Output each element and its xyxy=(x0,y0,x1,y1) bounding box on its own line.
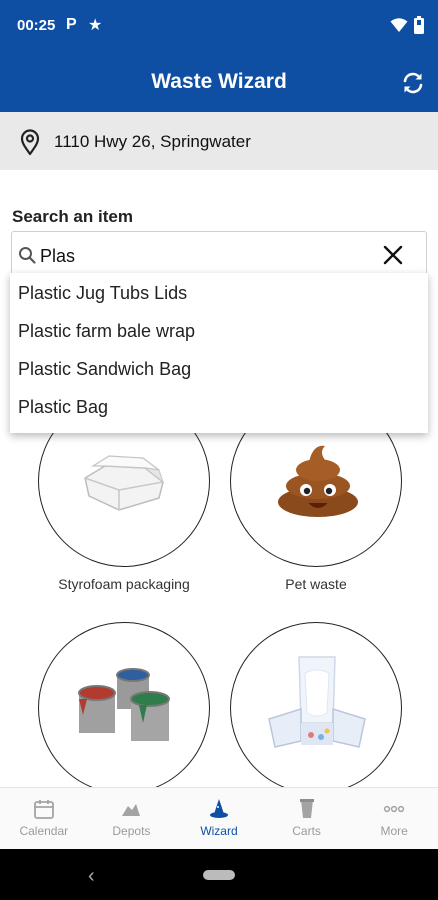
search-label: Search an item xyxy=(12,207,133,226)
nav-item-more[interactable]: More xyxy=(350,788,438,849)
item-label: Pet waste xyxy=(285,576,347,592)
parking-icon: P xyxy=(66,16,77,33)
item-diaper[interactable] xyxy=(230,622,402,794)
poop-emoji-image xyxy=(278,445,358,517)
battery-icon xyxy=(414,16,424,34)
more-dots-icon xyxy=(384,805,405,813)
suggestion-item[interactable]: Plastic Sandwich Bag xyxy=(10,350,428,388)
styrofoam-container-image xyxy=(84,455,164,511)
refresh-icon xyxy=(403,72,423,94)
search-box xyxy=(11,231,427,279)
nav-label: More xyxy=(380,824,408,838)
suggestion-item[interactable]: Plastic farm bale wrap xyxy=(10,312,428,350)
nav-label: Wizard xyxy=(200,824,238,838)
nav-item-carts[interactable]: Carts xyxy=(263,788,351,849)
nav-label: Carts xyxy=(292,824,321,838)
home-pill[interactable] xyxy=(203,870,235,880)
wifi-icon xyxy=(390,18,408,32)
nav-label: Calendar xyxy=(19,824,69,838)
clear-search-button[interactable] xyxy=(382,244,404,266)
nav-item-calendar[interactable]: Calendar xyxy=(0,788,88,849)
suggestion-item[interactable]: Plastic Bag xyxy=(10,388,428,426)
address-text: 1110 Hwy 26, Springwater xyxy=(54,132,251,151)
bottom-nav: Calendar Depots Wizard Carts More xyxy=(0,787,438,849)
diaper-image xyxy=(268,656,366,748)
calendar-icon xyxy=(33,800,54,819)
close-icon xyxy=(383,245,403,265)
nav-label: Depots xyxy=(112,824,151,838)
wizard-icon xyxy=(209,799,228,818)
cart-icon xyxy=(299,799,314,818)
star-icon: ★ xyxy=(88,17,103,34)
item-label: Styrofoam packaging xyxy=(58,576,190,592)
suggestion-dropdown: Plastic Jug Tubs Lids Plastic farm bale … xyxy=(10,273,428,433)
screen: 00:25 P ★ Waste Wizard 1110 Hwy 26, Spri… xyxy=(0,0,438,900)
search-input[interactable] xyxy=(40,243,370,269)
depot-icon xyxy=(122,804,141,816)
status-time: 00:25 xyxy=(17,17,56,34)
item-paint-cans[interactable] xyxy=(38,622,210,794)
search-icon xyxy=(19,247,36,264)
status-icons xyxy=(390,16,424,34)
refresh-button[interactable] xyxy=(400,70,426,96)
address-bar[interactable]: 1110 Hwy 26, Springwater xyxy=(0,112,438,170)
suggestion-item[interactable]: Plastic Jug Tubs Lids xyxy=(10,274,428,312)
app-bar: Waste Wizard xyxy=(0,54,438,112)
paint-cans-image xyxy=(78,668,170,741)
page-title: Waste Wizard xyxy=(151,70,287,93)
system-nav-bar: ‹ xyxy=(0,849,438,900)
nav-item-wizard[interactable]: Wizard xyxy=(175,788,263,849)
status-bar: 00:25 P ★ xyxy=(0,0,438,54)
back-icon[interactable]: ‹ xyxy=(88,865,95,888)
nav-item-depots[interactable]: Depots xyxy=(88,788,176,849)
location-pin-icon xyxy=(20,129,40,156)
